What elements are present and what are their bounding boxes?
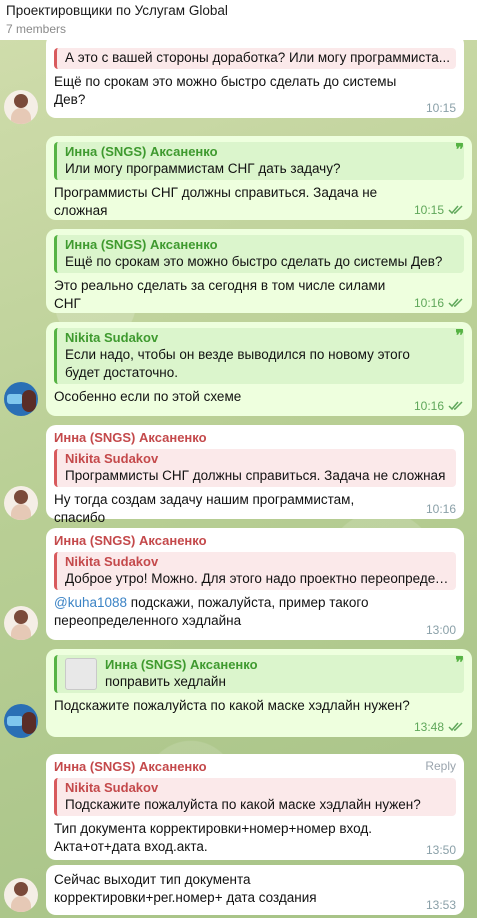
message-text: Сейчас выходит тип документа корректиров…	[54, 872, 317, 905]
quote-icon: ❞	[455, 655, 464, 672]
avatar[interactable]	[4, 90, 38, 124]
message-meta: 10:15	[426, 101, 456, 115]
message-text: Особенно если по этой схеме	[54, 389, 242, 404]
reply-sender: Nikita Sudakov	[65, 330, 159, 345]
reply-sender: Nikita Sudakov	[65, 554, 159, 569]
message-meta: 13:48	[414, 720, 464, 734]
reply-sender: Инна (SNGS) Аксаненко	[105, 657, 258, 672]
sender-name[interactable]: Инна (SNGS) Аксаненко	[54, 532, 456, 550]
reply-text: поправить хедлайн	[105, 674, 226, 689]
message[interactable]: ❞ Инна (SNGS) Аксаненко поправить хедлай…	[46, 649, 472, 737]
message[interactable]: ❞ Инна (SNGS) Аксаненко Или могу програм…	[46, 136, 472, 220]
avatar[interactable]	[4, 704, 38, 738]
reply-sender: Инна (SNGS) Аксаненко	[65, 237, 218, 252]
message-text: Подскажите пожалуйста по какой маске хэд…	[54, 698, 410, 713]
chat-header[interactable]: Проектировщики по Услугам Global 7 membe…	[0, 0, 477, 40]
message-text: @kuha1088 подскажи, пожалуйста, пример т…	[54, 594, 456, 630]
reply-button[interactable]: Reply	[425, 759, 456, 773]
reply-text: А это с вашей стороны доработка? Или мог…	[65, 50, 450, 65]
message[interactable]: А это с вашей стороны доработка? Или мог…	[46, 40, 464, 118]
message-time: 10:16	[413, 399, 444, 413]
sender-name[interactable]: Инна (SNGS) Аксаненко	[54, 758, 456, 776]
message-time: 10:16	[413, 296, 444, 310]
message-time: 10:16	[425, 502, 456, 516]
message-meta: 10:16	[426, 502, 456, 516]
message-meta: 13:50	[426, 843, 456, 857]
message-text: Ещё по срокам это можно быстро сделать д…	[54, 74, 397, 107]
reply-thumbnail	[65, 657, 97, 690]
reply-text: Подскажите пожалуйста по какой маске хэд…	[65, 797, 421, 812]
message-time: 10:15	[413, 203, 444, 217]
reply-preview[interactable]: Инна (SNGS) Аксаненко поправить хедлайн	[54, 655, 464, 693]
message-meta: 10:16	[414, 399, 464, 413]
message-time: 13:00	[425, 623, 456, 637]
reply-preview[interactable]: Nikita Sudakov Подскажите пожалуйста по …	[54, 778, 456, 816]
reply-preview[interactable]: Nikita Sudakov Программисты СНГ должны с…	[54, 449, 456, 487]
mention-link[interactable]: @kuha1088	[54, 595, 127, 610]
reply-text: Или могу программистам СНГ дать задачу?	[65, 161, 341, 176]
message-text: Ну тогда создам задачу нашим программист…	[54, 492, 355, 525]
message-time: 10:15	[425, 101, 456, 115]
quote-icon: ❞	[455, 328, 464, 345]
reply-sender: Nikita Sudakov	[65, 451, 159, 466]
quote-icon: ❞	[455, 142, 464, 159]
message-meta: 13:53	[426, 898, 456, 912]
reply-preview[interactable]: Инна (SNGS) Аксаненко Ещё по срокам это …	[54, 235, 464, 273]
reply-text: Ещё по срокам это можно быстро сделать д…	[65, 254, 443, 269]
message-meta: 13:00	[426, 623, 456, 637]
message-time: 13:48	[413, 720, 444, 734]
sender-name[interactable]: Инна (SNGS) Аксаненко	[54, 429, 456, 447]
avatar[interactable]	[4, 878, 38, 912]
reply-text: Доброе утро! Можно. Для этого надо проек…	[65, 571, 450, 586]
read-ticks-icon	[448, 722, 463, 732]
reply-text: Программисты СНГ должны справиться. Зада…	[65, 468, 446, 483]
read-ticks-icon	[448, 205, 463, 215]
chat-title: Проектировщики по Услугам Global	[6, 3, 228, 18]
message-list[interactable]: А это с вашей стороны доработка? Или мог…	[0, 40, 477, 918]
reply-sender: Nikita Sudakov	[65, 780, 159, 795]
message-meta: 10:16	[414, 296, 464, 310]
message-time: 13:53	[425, 898, 456, 912]
read-ticks-icon	[448, 401, 463, 411]
read-ticks-icon	[448, 298, 463, 308]
reply-preview[interactable]: Nikita Sudakov Доброе утро! Можно. Для э…	[54, 552, 456, 590]
message[interactable]: Инна (SNGS) Аксаненко Ещё по срокам это …	[46, 229, 472, 313]
message-time: 13:50	[425, 843, 456, 857]
message[interactable]: ❞ Nikita Sudakov Если надо, чтобы он вез…	[46, 322, 472, 416]
message-text: Тип документа корректировки+номер+номер …	[54, 821, 372, 854]
reply-preview[interactable]: А это с вашей стороны доработка? Или мог…	[54, 48, 456, 69]
avatar[interactable]	[4, 382, 38, 416]
message[interactable]: Инна (SNGS) Аксаненко Reply Nikita Sudak…	[46, 754, 464, 860]
reply-sender: Инна (SNGS) Аксаненко	[65, 144, 218, 159]
message-meta: 10:15	[414, 203, 464, 217]
message[interactable]: Сейчас выходит тип документа корректиров…	[46, 865, 464, 915]
message-text: Программисты СНГ должны справиться. Зада…	[54, 185, 378, 218]
message[interactable]: Инна (SNGS) Аксаненко Nikita Sudakov Про…	[46, 425, 464, 525]
avatar[interactable]	[4, 486, 38, 520]
reply-preview[interactable]: Nikita Sudakov Если надо, чтобы он везде…	[54, 328, 464, 384]
message-text: Это реально сделать за сегодня в том чис…	[54, 278, 386, 311]
reply-preview[interactable]: Инна (SNGS) Аксаненко Или могу программи…	[54, 142, 464, 180]
avatar[interactable]	[4, 606, 38, 640]
message[interactable]: Инна (SNGS) Аксаненко Nikita Sudakov Доб…	[46, 528, 464, 640]
member-count: 7 members	[6, 22, 67, 36]
reply-text: Если надо, чтобы он везде выводился по н…	[65, 347, 410, 380]
